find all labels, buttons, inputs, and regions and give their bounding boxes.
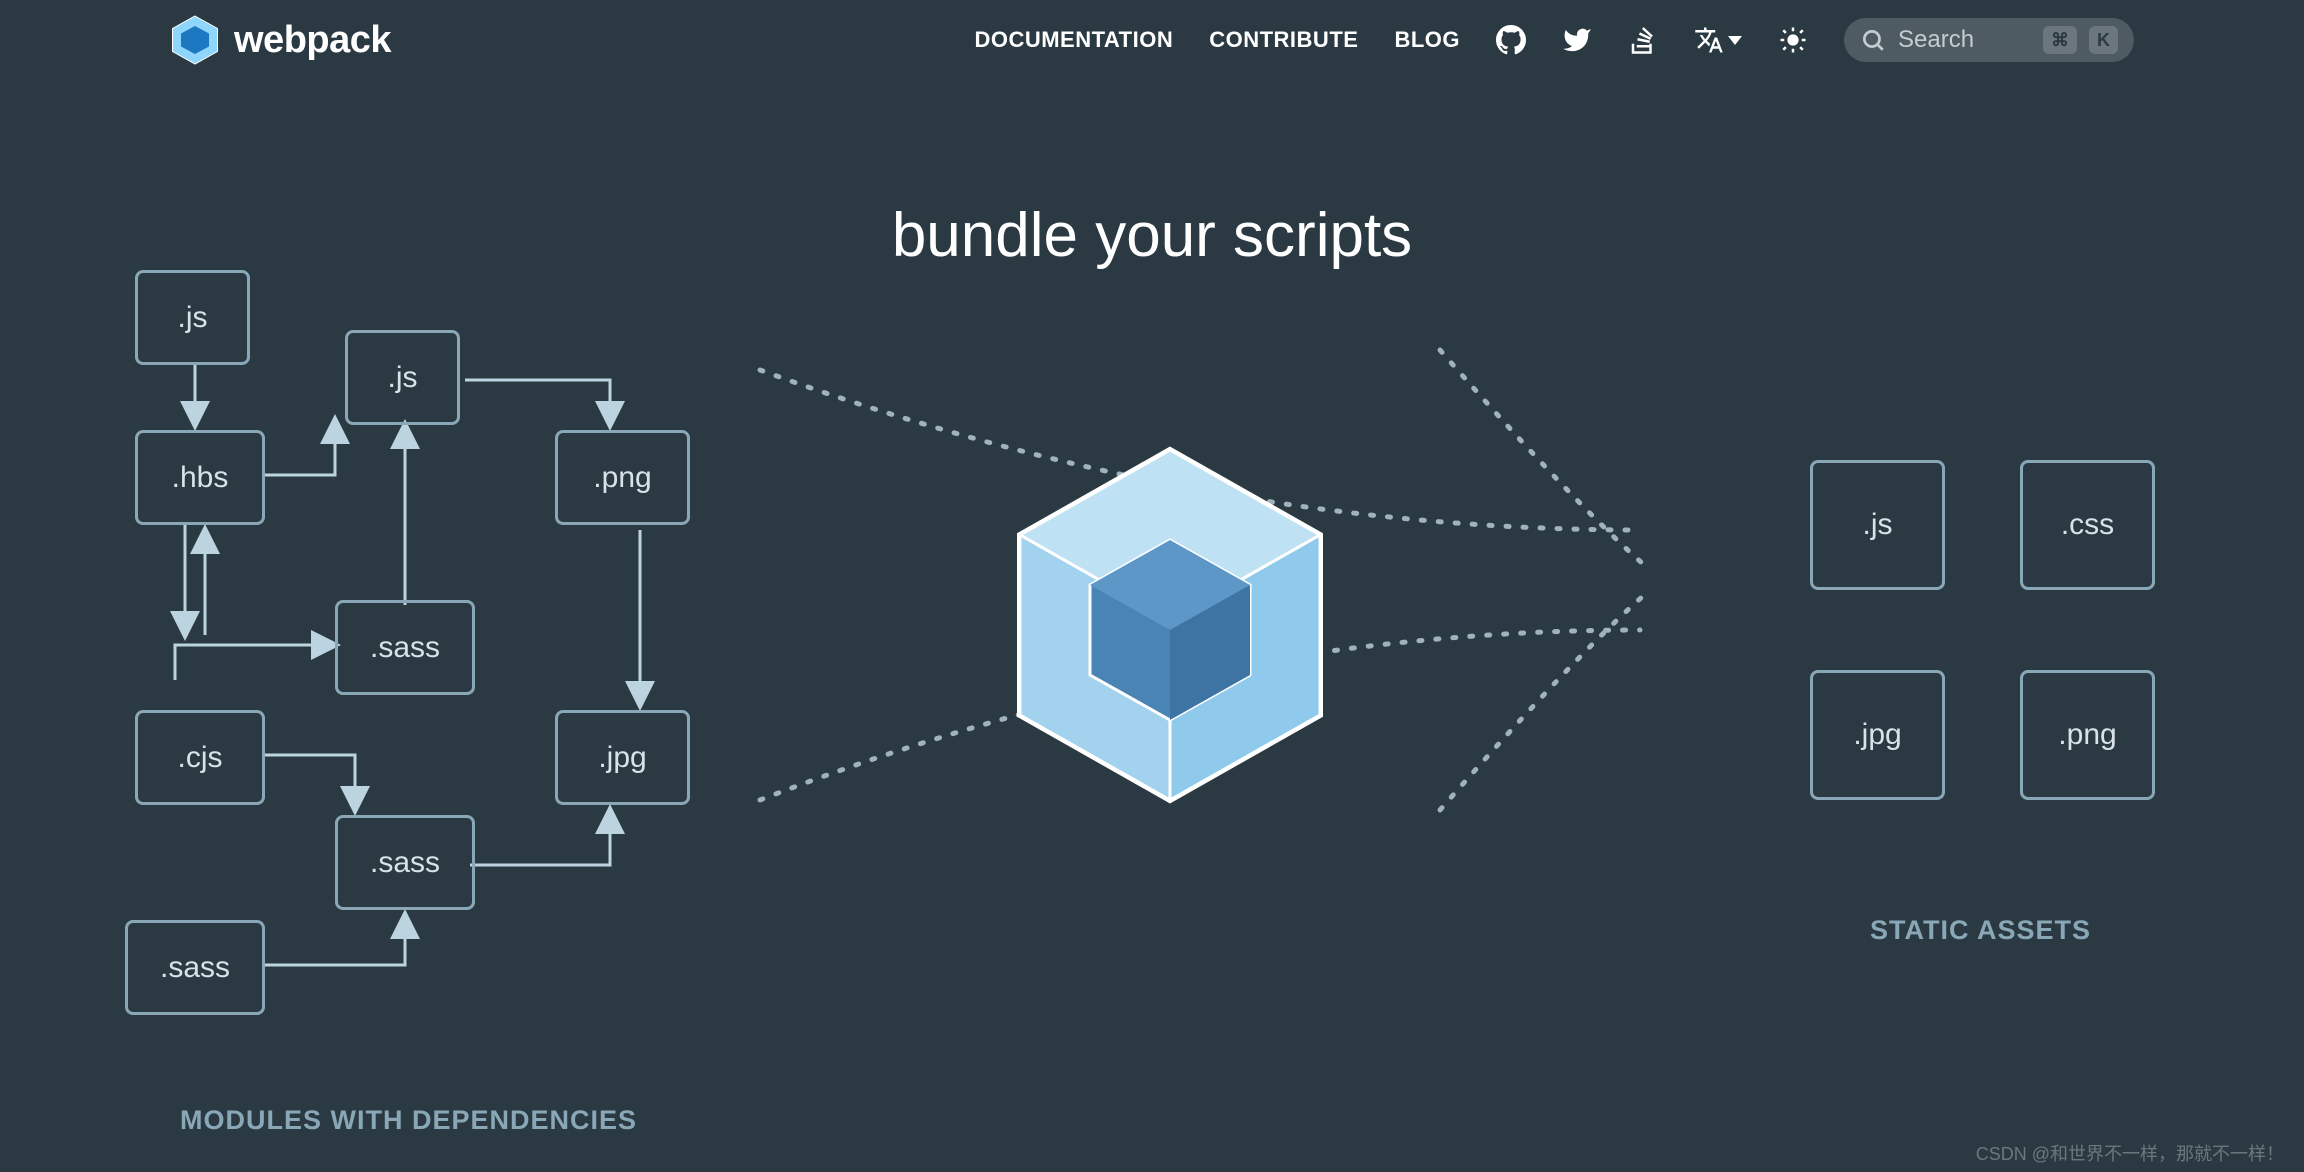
asset-box-css: .css bbox=[2020, 460, 2155, 590]
module-box-sass: .sass bbox=[125, 920, 265, 1015]
brand-logo[interactable]: webpack bbox=[170, 15, 391, 65]
module-box-cjs: .cjs bbox=[135, 710, 265, 805]
kbd-k: K bbox=[2089, 26, 2118, 54]
module-box-js: .js bbox=[345, 330, 460, 425]
stackoverflow-icon[interactable] bbox=[1628, 25, 1658, 55]
webpack-cube-icon bbox=[1000, 440, 1340, 825]
nav-documentation[interactable]: DOCUMENTATION bbox=[974, 27, 1173, 53]
brand-name: webpack bbox=[234, 19, 391, 62]
module-box-sass: .sass bbox=[335, 815, 475, 910]
modules-caption: MODULES WITH DEPENDENCIES bbox=[180, 1105, 637, 1136]
top-nav: DOCUMENTATION CONTRIBUTE BLOG Search ⌘ bbox=[974, 18, 2134, 62]
site-header: webpack DOCUMENTATION CONTRIBUTE BLOG Se bbox=[0, 0, 2304, 80]
assets-caption: STATIC ASSETS bbox=[1870, 915, 2091, 946]
module-box-png: .png bbox=[555, 430, 690, 525]
webpack-cube-icon bbox=[170, 15, 220, 65]
asset-box-js: .js bbox=[1810, 460, 1945, 590]
bundling-diagram: .js .js .hbs .png .sass .cjs .jpg .sass … bbox=[0, 250, 2304, 1130]
asset-box-jpg: .jpg bbox=[1810, 670, 1945, 800]
module-box-hbs: .hbs bbox=[135, 430, 265, 525]
asset-box-png: .png bbox=[2020, 670, 2155, 800]
nav-contribute[interactable]: CONTRIBUTE bbox=[1209, 27, 1358, 53]
module-box-sass: .sass bbox=[335, 600, 475, 695]
search-placeholder: Search bbox=[1898, 26, 2031, 54]
chevron-down-icon bbox=[1728, 36, 1742, 45]
search-button[interactable]: Search ⌘ K bbox=[1844, 18, 2134, 62]
watermark-text: CSDN @和世界不一样，那就不一样！ bbox=[1976, 1140, 2284, 1166]
module-box-js: .js bbox=[135, 270, 250, 365]
github-icon[interactable] bbox=[1496, 25, 1526, 55]
module-box-jpg: .jpg bbox=[555, 710, 690, 805]
kbd-cmd: ⌘ bbox=[2043, 26, 2077, 54]
language-switcher[interactable] bbox=[1694, 25, 1742, 55]
twitter-icon[interactable] bbox=[1562, 25, 1592, 55]
translate-icon bbox=[1694, 25, 1724, 55]
theme-toggle-icon[interactable] bbox=[1778, 25, 1808, 55]
nav-blog[interactable]: BLOG bbox=[1394, 27, 1460, 53]
search-icon bbox=[1860, 27, 1886, 53]
